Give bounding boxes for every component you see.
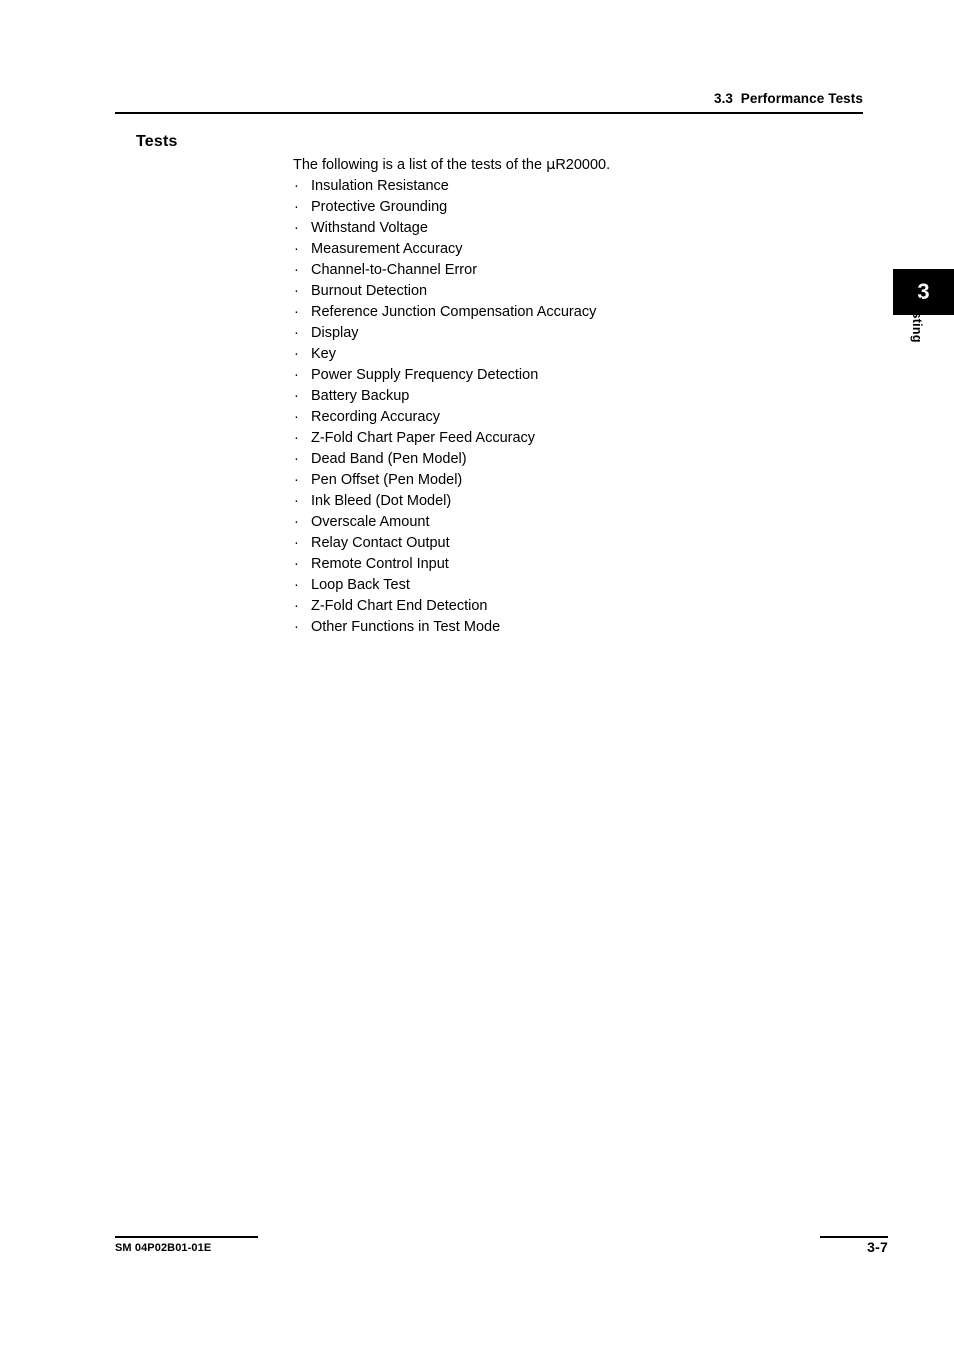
list-item-label: Z-Fold Chart Paper Feed Accuracy <box>311 430 536 446</box>
list-item: · Key <box>293 344 853 365</box>
bullet-marker-icon: · <box>294 367 299 383</box>
list-item: · Measurement Accuracy <box>293 239 853 260</box>
bullet-marker-icon: · <box>294 619 299 635</box>
list-item-label: Ink Bleed (Dot Model) <box>311 493 452 509</box>
list-item-label: Recording Accuracy <box>311 409 440 425</box>
footer-rule-left <box>115 1236 258 1238</box>
list-item: · Recording Accuracy <box>293 407 853 428</box>
list-item-label: Loop Back Test <box>311 577 410 593</box>
list-item-label: Key <box>311 346 336 362</box>
bullet-marker-icon: · <box>294 493 299 509</box>
body-column: The following is a list of the tests of … <box>293 155 853 638</box>
list-item-label: Display <box>311 325 359 341</box>
chapter-tab-label: Testing <box>893 297 954 390</box>
list-item: · Dead Band (Pen Model) <box>293 449 853 470</box>
list-item: · Power Supply Frequency Detection <box>293 365 853 386</box>
list-item: · Protective Grounding <box>293 197 853 218</box>
list-item-label: Battery Backup <box>311 388 410 404</box>
section-heading: Tests <box>136 133 178 150</box>
running-header: 3.3 Performance Tests <box>713 91 863 106</box>
footer-rule-right <box>820 1236 888 1238</box>
list-item: · Z-Fold Chart Paper Feed Accuracy <box>293 428 853 449</box>
list-item: · Other Functions in Test Mode <box>293 617 853 638</box>
footer-document-code: SM 04P02B01-01E <box>115 1242 212 1254</box>
list-item: · Display <box>293 323 853 344</box>
list-item-label: Z-Fold Chart End Detection <box>311 598 488 614</box>
list-item: · Z-Fold Chart End Detection <box>293 596 853 617</box>
bullet-marker-icon: · <box>294 325 299 341</box>
list-item-label: Pen Offset (Pen Model) <box>311 472 463 488</box>
footer-page-number: 3-7 <box>867 1239 888 1255</box>
list-item: · Burnout Detection <box>293 281 853 302</box>
list-item-label: Measurement Accuracy <box>311 241 463 257</box>
bullet-marker-icon: · <box>294 178 299 194</box>
bullet-marker-icon: · <box>294 304 299 320</box>
bullet-marker-icon: · <box>294 598 299 614</box>
bullet-marker-icon: · <box>294 220 299 236</box>
bullet-marker-icon: · <box>294 346 299 362</box>
list-item: · Pen Offset (Pen Model) <box>293 470 853 491</box>
bullet-marker-icon: · <box>294 451 299 467</box>
bullet-marker-icon: · <box>294 430 299 446</box>
bullet-marker-icon: · <box>294 472 299 488</box>
intro-text-after-symbol: R20000. <box>555 157 611 173</box>
bullet-marker-icon: · <box>294 514 299 530</box>
document-page: 3.3 Performance Tests Tests The followin… <box>0 0 954 1351</box>
list-item-label: Relay Contact Output <box>311 535 450 551</box>
list-item-label: Power Supply Frequency Detection <box>311 367 539 383</box>
list-item: · Battery Backup <box>293 386 853 407</box>
list-item: · Reference Junction Compensation Accurac… <box>293 302 853 323</box>
list-item: · Channel-to-Channel Error <box>293 260 853 281</box>
bullet-marker-icon: · <box>294 388 299 404</box>
list-item: · Ink Bleed (Dot Model) <box>293 491 853 512</box>
list-item-label: Dead Band (Pen Model) <box>311 451 467 467</box>
bullet-marker-icon: · <box>294 577 299 593</box>
bullet-marker-icon: · <box>294 262 299 278</box>
list-item-label: Reference Junction Compensation Accuracy <box>311 304 597 320</box>
list-item: · Overscale Amount <box>293 512 853 533</box>
list-item-label: Other Functions in Test Mode <box>311 619 501 635</box>
list-item-label: Burnout Detection <box>311 283 428 299</box>
bullet-marker-icon: · <box>294 283 299 299</box>
list-item: · Loop Back Test <box>293 575 853 596</box>
intro-text-before-symbol: The following is a list of the tests of … <box>293 157 547 173</box>
list-item-label: Withstand Voltage <box>311 220 428 236</box>
list-item-label: Protective Grounding <box>311 199 448 215</box>
test-list: · Insulation Resistance · Protective Ground… <box>293 176 853 638</box>
mu-symbol: μ <box>546 157 556 173</box>
list-item: · Withstand Voltage <box>293 218 853 239</box>
list-item-label: Channel-to-Channel Error <box>311 262 478 278</box>
bullet-marker-icon: · <box>294 241 299 257</box>
intro-paragraph: The following is a list of the tests of … <box>293 155 853 176</box>
chapter-tab-label-text: Testing <box>909 297 924 343</box>
list-item-label: Insulation Resistance <box>311 178 449 194</box>
list-item-label: Overscale Amount <box>311 514 430 530</box>
list-item: · Remote Control Input <box>293 554 853 575</box>
bullet-marker-icon: · <box>294 409 299 425</box>
list-item: · Insulation Resistance <box>293 176 853 197</box>
list-item: · Relay Contact Output <box>293 533 853 554</box>
bullet-marker-icon: · <box>294 199 299 215</box>
list-item-label: Remote Control Input <box>311 556 449 572</box>
bullet-marker-icon: · <box>294 556 299 572</box>
bullet-marker-icon: · <box>294 535 299 551</box>
header-rule <box>115 112 863 114</box>
